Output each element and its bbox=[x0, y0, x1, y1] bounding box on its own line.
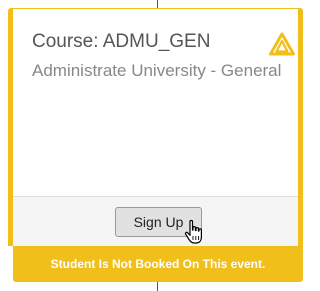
card-footer: Sign Up bbox=[13, 196, 298, 246]
timeline-line-bottom bbox=[157, 282, 158, 291]
course-title: Course: ADMU_GEN bbox=[32, 31, 211, 52]
booking-status-banner: Student Is Not Booked On This event. bbox=[13, 246, 303, 282]
warning-triangle-icon bbox=[269, 32, 295, 56]
course-event-card: Course: ADMU_GEN Administrate University… bbox=[8, 8, 303, 246]
course-subtitle: Administrate University - General bbox=[32, 61, 282, 80]
hand-pointer-icon bbox=[184, 219, 202, 244]
